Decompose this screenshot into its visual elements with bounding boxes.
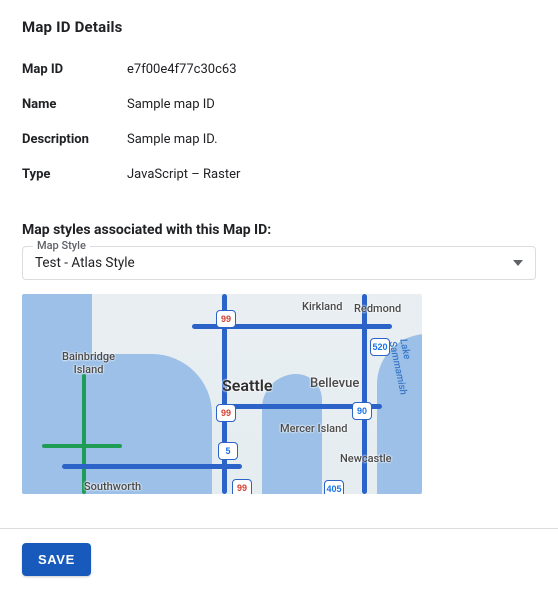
detail-label-name: Name xyxy=(22,87,127,122)
detail-value-type: JavaScript – Raster xyxy=(127,157,536,192)
chevron-down-icon xyxy=(513,260,523,266)
map-label-bainbridge: Bainbridge Island xyxy=(62,350,115,376)
route-shield: 5 xyxy=(218,442,238,460)
map-label-seattle: Seattle xyxy=(222,376,272,395)
detail-value-map-id: e7f00e4f77c30c63 xyxy=(127,52,536,87)
route-shield: 99 xyxy=(216,404,236,422)
footer-bar: SAVE xyxy=(0,528,558,596)
map-label-bellevue: Bellevue xyxy=(310,376,359,391)
save-button[interactable]: SAVE xyxy=(22,543,91,576)
detail-label-type: Type xyxy=(22,157,127,192)
detail-value-description: Sample map ID. xyxy=(127,122,536,157)
page-title: Map ID Details xyxy=(22,18,536,36)
map-label-newcastle: Newcastle xyxy=(340,452,392,465)
route-shield: 99 xyxy=(232,479,252,494)
route-shield: 99 xyxy=(216,310,236,328)
details-table: Map ID e7f00e4f77c30c63 Name Sample map … xyxy=(22,52,536,192)
route-shield: 405 xyxy=(324,480,344,494)
detail-value-name: Sample map ID xyxy=(127,87,536,122)
map-style-select[interactable]: Map Style Test - Atlas Style xyxy=(22,246,536,280)
map-style-floating-label: Map Style xyxy=(33,239,90,252)
table-row: Name Sample map ID xyxy=(22,87,536,122)
detail-label-description: Description xyxy=(22,122,127,157)
table-row: Description Sample map ID. xyxy=(22,122,536,157)
styles-section-title: Map styles associated with this Map ID: xyxy=(22,222,536,238)
map-preview: 99 99 520 90 99 405 5 Seattle Bainbridge… xyxy=(22,294,422,494)
table-row: Map ID e7f00e4f77c30c63 xyxy=(22,52,536,87)
map-label-redmond: Redmond xyxy=(354,302,401,315)
detail-label-map-id: Map ID xyxy=(22,52,127,87)
map-label-kirkland: Kirkland xyxy=(302,300,342,313)
table-row: Type JavaScript – Raster xyxy=(22,157,536,192)
route-shield: 90 xyxy=(352,402,372,420)
map-style-selected-value: Test - Atlas Style xyxy=(35,253,523,271)
map-label-mercer: Mercer Island xyxy=(280,422,347,435)
map-label-southworth: Southworth xyxy=(84,480,141,493)
